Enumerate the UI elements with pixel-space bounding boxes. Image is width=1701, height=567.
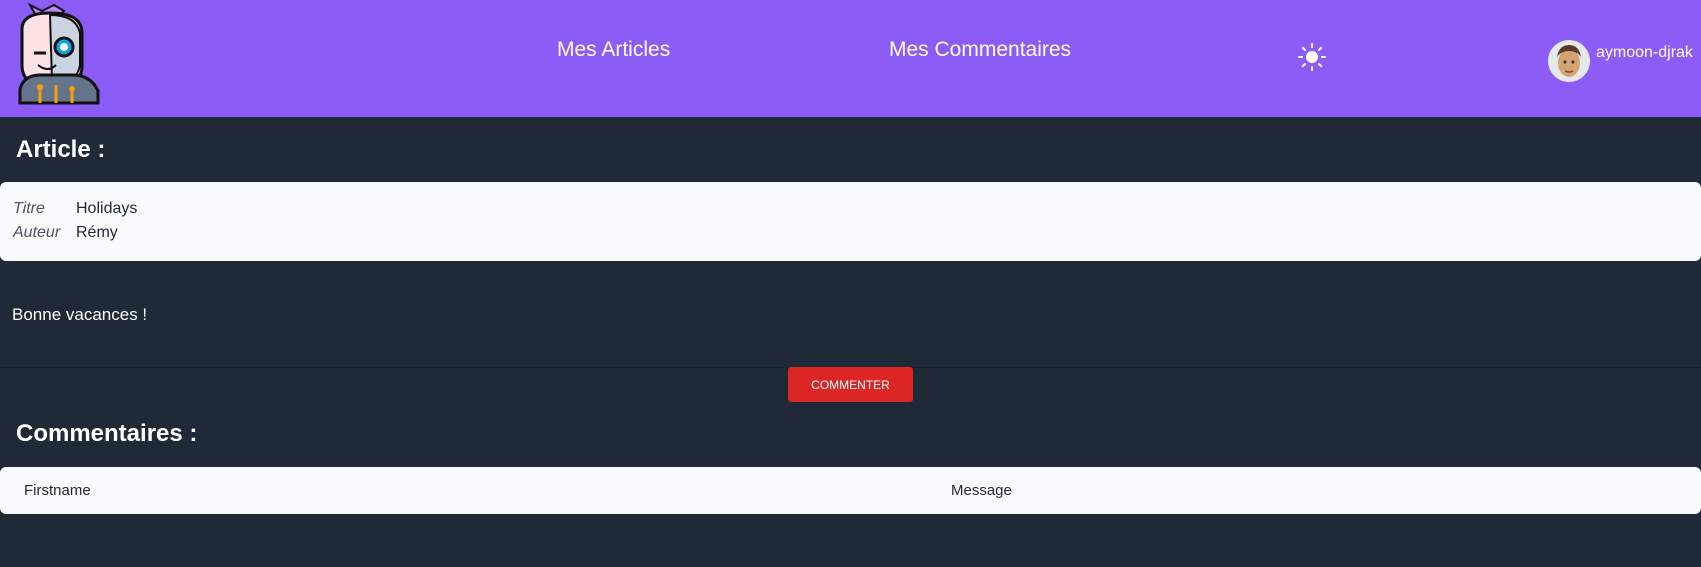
column-header-message: Message xyxy=(951,482,1012,499)
column-header-firstname: Firstname xyxy=(24,482,91,499)
meta-label-title: Titre xyxy=(13,200,45,217)
article-body: Bonne vacances ! xyxy=(12,305,148,324)
avatar[interactable] xyxy=(1548,40,1590,82)
username[interactable]: aymoon-djrak xyxy=(1596,44,1693,62)
comment-button[interactable]: COMMENTER xyxy=(788,367,913,402)
meta-row-author: Auteur Rémy xyxy=(13,224,118,242)
article-meta-card: Titre Holidays Auteur Rémy xyxy=(0,182,1701,261)
meta-value-author: Rémy xyxy=(76,224,118,241)
comments-heading: Commentaires : xyxy=(16,420,198,447)
comments-table xyxy=(0,467,1701,514)
article-heading: Article : xyxy=(16,136,106,163)
nav-mes-commentaires[interactable]: Mes Commentaires xyxy=(889,38,1071,62)
robot-logo-icon[interactable] xyxy=(16,3,102,107)
nav-mes-articles[interactable]: Mes Articles xyxy=(557,38,670,62)
meta-label-author: Auteur xyxy=(13,224,61,241)
meta-value-title: Holidays xyxy=(76,200,138,217)
meta-row-title: Titre Holidays xyxy=(13,200,137,218)
app-header: Mes Articles Mes Commentaires aymoon-djr… xyxy=(0,0,1701,117)
sun-icon[interactable] xyxy=(1298,43,1326,71)
user-photo xyxy=(1549,41,1589,81)
